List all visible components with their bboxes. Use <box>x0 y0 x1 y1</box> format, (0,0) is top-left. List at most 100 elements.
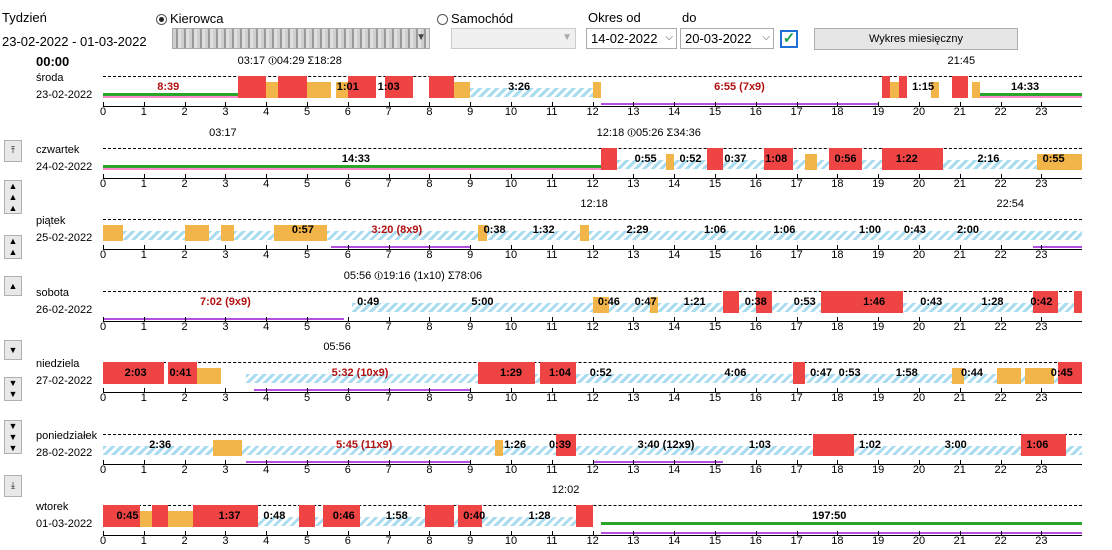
hour-tick: 11 <box>546 463 558 476</box>
hour-tick: 6 <box>344 177 351 190</box>
day-date: 24-02-2022 <box>36 160 93 173</box>
hour-tick: 7 <box>385 535 392 547</box>
drive-segment <box>706 147 724 170</box>
day-date: 27-02-2022 <box>36 375 93 387</box>
day-date: 28-02-2022 <box>36 446 93 459</box>
hour-tick: 8 <box>426 463 433 476</box>
hour-tick: 16 <box>749 535 762 547</box>
duration-label: 0:37 <box>724 152 747 165</box>
hour-tick: 19 <box>872 177 885 190</box>
hour-tick: 7 <box>385 177 392 190</box>
hour-tick: 4 <box>263 320 270 333</box>
duration-label: 1:00 <box>859 224 882 236</box>
hour-tick: 8 <box>426 392 433 404</box>
hour-tick: 16 <box>749 106 762 118</box>
hour-tick: 19 <box>872 320 885 333</box>
hour-tick: 9 <box>467 106 474 118</box>
duration-label: 1:22 <box>895 152 918 165</box>
hour-tick: 13 <box>627 392 640 404</box>
hour-tick: 22 <box>994 463 1007 476</box>
duration-label: 0:48 <box>263 510 286 522</box>
hour-tick: 9 <box>467 392 474 404</box>
hour-tick: 20 <box>912 320 926 333</box>
hour-tick: 22 <box>994 177 1007 190</box>
hour-tick: 16 <box>749 392 762 404</box>
duration-label: 2:16 <box>977 152 1000 165</box>
scroll-up-icon[interactable]: ▲ <box>4 276 22 296</box>
chevron-down-icon: ⌵ <box>762 32 770 43</box>
hour-tick: 21 <box>953 535 966 547</box>
hour-tick: 10 <box>504 249 518 261</box>
date-to-value: 20-03-2022 <box>685 31 752 46</box>
hour-tick: 14 <box>668 320 681 333</box>
hour-tick: 19 <box>872 463 885 476</box>
duration-label: 0:42 <box>1030 295 1053 308</box>
hour-tick: 0 <box>99 177 107 190</box>
hour-tick: 17 <box>790 463 803 476</box>
hour-tick: 1 <box>140 177 147 190</box>
hour-tick: 1 <box>140 249 147 261</box>
duration-label: 0:56 <box>834 152 857 165</box>
scroll-up-fast-icon[interactable]: ▲ ▲ ▲ <box>4 180 22 214</box>
purple-line <box>600 532 1083 534</box>
scroll-up-page-icon[interactable]: ▲ ▲ <box>4 235 22 259</box>
hour-tick: 18 <box>831 320 844 333</box>
radio-empty-icon <box>437 14 448 25</box>
work-segment <box>213 439 242 456</box>
duration-label: 0:52 <box>589 367 612 379</box>
hour-tick: 12 <box>586 177 599 190</box>
drive-segment <box>576 505 593 527</box>
day-date: 23-02-2022 <box>36 89 93 101</box>
hour-tick: 21 <box>953 249 966 261</box>
day-name: poniedziałek <box>36 429 98 442</box>
hour-tick: 22 <box>994 392 1007 404</box>
vehicle-select[interactable]: ▼ <box>451 28 576 49</box>
hour-tick: 9 <box>467 535 474 547</box>
hour-tick: 1 <box>140 106 147 118</box>
week-range: 23-02-2022 - 01-03-2022 <box>2 34 147 49</box>
scroll-top-icon[interactable]: ⤒ <box>4 140 22 162</box>
duration-label: 5:45 (11x9) <box>335 438 393 451</box>
hour-tick: 12 <box>586 249 599 261</box>
scroll-down-icon[interactable]: ▼ <box>4 340 22 360</box>
vehicle-radio[interactable]: Samochód <box>437 11 513 26</box>
duration-label: 1:06 <box>703 224 727 236</box>
date-to-picker[interactable]: 20-03-2022 ⌵ <box>680 28 774 49</box>
hour-tick: 15 <box>708 392 722 404</box>
day-name: środa <box>36 72 64 84</box>
duration-label: 1:32 <box>532 224 555 236</box>
work-segment <box>804 153 817 170</box>
apply-checkbox[interactable]: ✓ <box>780 30 798 48</box>
hour-tick: 9 <box>467 463 474 476</box>
hour-tick: 20 <box>912 535 926 547</box>
hour-tick: 20 <box>912 392 926 404</box>
date-from-picker[interactable]: 14-02-2022 ⌵ <box>586 28 677 49</box>
driver-select[interactable]: ▼ <box>172 28 430 49</box>
hour-tick: 11 <box>546 392 558 404</box>
hour-tick: 1 <box>140 392 147 404</box>
duration-label: 0:45 <box>1050 367 1073 379</box>
drive-segment <box>882 76 891 98</box>
hour-tick: 13 <box>627 106 640 118</box>
scroll-down-fast-icon[interactable]: ▼ ▼ ▼ <box>4 420 22 454</box>
date-from-value: 14-02-2022 <box>591 31 658 46</box>
hour-tick: 3 <box>222 535 229 547</box>
drive-segment <box>898 76 907 98</box>
hour-tick: 20 <box>912 249 926 261</box>
scroll-down-page-icon[interactable]: ▼ ▼ <box>4 377 22 401</box>
driver-radio[interactable]: Kierowca <box>156 11 223 26</box>
hour-tick: 3 <box>222 106 229 118</box>
work-segment <box>972 82 981 98</box>
hour-tick: 4 <box>263 535 270 547</box>
hour-tick: 16 <box>749 177 762 190</box>
duration-label: 0:43 <box>903 224 926 236</box>
duration-label: 1:06 <box>1026 438 1049 451</box>
duration-label: 0:46 <box>597 295 620 308</box>
duration-label: 1:29 <box>499 367 523 379</box>
scroll-bottom-icon[interactable]: ⤓ <box>4 475 22 497</box>
hour-tick: 14 <box>668 106 681 118</box>
duration-label: 1:02 <box>859 438 882 451</box>
stat-text: 05:56 <box>323 341 351 353</box>
hour-tick: 19 <box>872 106 885 118</box>
monthly-chart-button[interactable]: Wykres miesięczny <box>814 28 1018 50</box>
